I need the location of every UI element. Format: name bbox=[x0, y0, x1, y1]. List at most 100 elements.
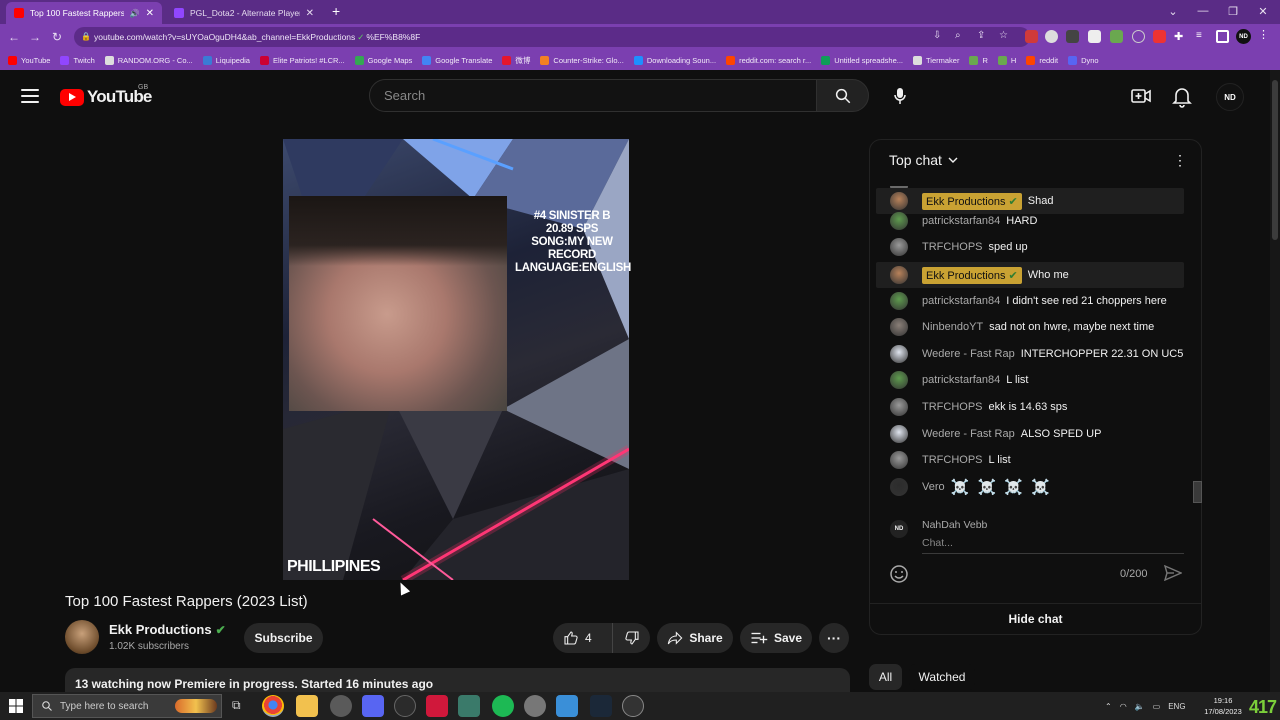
chat-author-name[interactable]: TRFCHOPS bbox=[922, 401, 983, 413]
chat-author-avatar[interactable] bbox=[890, 292, 908, 310]
extension-icon[interactable] bbox=[1153, 30, 1166, 43]
chat-message[interactable]: patrickstarfan84 HARD bbox=[876, 208, 1184, 234]
emoji-button[interactable] bbox=[889, 564, 909, 584]
chip-watched[interactable]: Watched bbox=[909, 664, 975, 690]
bookmark-item[interactable]: Google Maps bbox=[354, 55, 412, 65]
bookmark-item[interactable]: Dyno bbox=[1068, 55, 1099, 65]
browser-menu-icon[interactable]: ⋮ bbox=[1258, 28, 1269, 41]
bookmark-item[interactable]: Untitled spreadshe... bbox=[821, 55, 903, 65]
zoom-icon[interactable]: ⌕ bbox=[955, 30, 968, 43]
share-button[interactable]: Share bbox=[657, 623, 733, 653]
volume-icon[interactable]: 🔈 bbox=[1135, 702, 1145, 711]
discord-taskbar-icon[interactable] bbox=[362, 695, 384, 717]
page-scrollbar-thumb[interactable] bbox=[1272, 80, 1278, 240]
chat-author-name[interactable]: NinbendoYT bbox=[922, 321, 983, 333]
search-input[interactable]: Search bbox=[369, 79, 817, 112]
chat-author-avatar[interactable] bbox=[890, 318, 908, 336]
extensions-puzzle-icon[interactable]: ✚ bbox=[1174, 30, 1187, 43]
app-w-taskbar-icon[interactable] bbox=[394, 695, 416, 717]
chat-mode-selector[interactable]: Top chat bbox=[889, 152, 958, 168]
channel-name-row[interactable]: Ekk Productions ✔ bbox=[109, 622, 226, 637]
address-bar[interactable]: 🔒 youtube.com/watch?v=sUYOaOguDH4&ab_cha… bbox=[74, 27, 1030, 47]
app-taskbar-icon[interactable] bbox=[556, 695, 578, 717]
app-taskbar-icon[interactable] bbox=[330, 695, 352, 717]
extension-icon[interactable] bbox=[1066, 30, 1079, 43]
forward-icon[interactable]: → bbox=[25, 24, 45, 50]
page-scrollbar[interactable] bbox=[1270, 70, 1280, 692]
create-button[interactable] bbox=[1129, 84, 1153, 108]
bookmark-item[interactable]: H bbox=[997, 55, 1016, 65]
chat-author-avatar[interactable] bbox=[890, 478, 908, 496]
new-tab-icon[interactable]: + bbox=[332, 3, 340, 19]
chat-author-name[interactable]: Ekk Productions ✔ bbox=[922, 266, 1022, 284]
bookmark-item[interactable]: Downloading Soun... bbox=[633, 55, 716, 65]
extension-w-icon[interactable] bbox=[1088, 30, 1101, 43]
bookmark-item[interactable]: Counter-Strike: Glo... bbox=[540, 55, 624, 65]
subscribe-button[interactable]: Subscribe bbox=[244, 623, 323, 653]
chat-author-name[interactable]: patrickstarfan84 bbox=[922, 295, 1000, 307]
channel-name[interactable]: Ekk Productions bbox=[109, 622, 212, 637]
chat-author-name[interactable]: Wedere - Fast Rap bbox=[922, 428, 1015, 440]
chat-message[interactable]: Ekk Productions ✔ Who me bbox=[876, 262, 1184, 288]
chrome-taskbar-icon[interactable] bbox=[262, 695, 284, 717]
minimize-icon[interactable]: — bbox=[1188, 0, 1218, 22]
chat-author-name[interactable]: Vero bbox=[922, 481, 945, 493]
taskbar-search-input[interactable]: Type here to search bbox=[32, 694, 222, 718]
steam-taskbar-icon[interactable] bbox=[590, 695, 612, 717]
account-avatar[interactable]: ND bbox=[1216, 83, 1244, 111]
close-window-icon[interactable]: ✕ bbox=[1248, 0, 1278, 22]
reading-list-icon[interactable]: ≡ bbox=[1196, 30, 1209, 43]
chat-author-name[interactable]: patrickstarfan84 bbox=[922, 374, 1000, 386]
chat-author-name[interactable]: TRFCHOPS bbox=[922, 454, 983, 466]
tab-pgl-dota2[interactable]: PGL_Dota2 - Alternate Player for... ✕ bbox=[166, 2, 322, 24]
chat-message[interactable]: Vero ☠️ ☠️ ☠️ ☠️ bbox=[876, 474, 1184, 500]
bookmark-item[interactable]: RANDOM.ORG - Co... bbox=[104, 55, 193, 65]
chat-author-avatar[interactable] bbox=[890, 345, 908, 363]
extension-abp-icon[interactable] bbox=[1025, 30, 1038, 43]
bookmark-item[interactable]: reddit.com: search r... bbox=[726, 55, 811, 65]
more-actions-button[interactable]: ··· bbox=[819, 623, 849, 653]
menu-icon[interactable] bbox=[20, 86, 40, 106]
chat-options-icon[interactable]: ⋮ bbox=[1173, 150, 1187, 170]
restore-icon[interactable]: ❐ bbox=[1218, 0, 1248, 22]
app-taskbar-icon[interactable] bbox=[426, 695, 448, 717]
search-button[interactable] bbox=[816, 79, 869, 112]
back-icon[interactable]: ← bbox=[4, 24, 24, 50]
taskbar-clock[interactable]: 19:16 17/08/2023 bbox=[1198, 695, 1248, 717]
extension-help-icon[interactable] bbox=[1132, 30, 1145, 43]
chat-input[interactable]: Chat... bbox=[922, 537, 1184, 554]
chat-message[interactable]: Wedere - Fast Rap INTERCHOPPER 22.31 ON U… bbox=[876, 341, 1184, 367]
battery-icon[interactable]: ▭ bbox=[1153, 702, 1161, 711]
extension-icon[interactable] bbox=[1045, 30, 1058, 43]
task-view-icon[interactable]: ⧉ bbox=[232, 698, 241, 713]
tab-close-icon[interactable]: ✕ bbox=[306, 8, 314, 19]
app-taskbar-icon[interactable] bbox=[524, 695, 546, 717]
chat-message[interactable]: NinbendoYT sad not on hwre, maybe next ti… bbox=[876, 314, 1184, 340]
chat-message[interactable]: TRFCHOPS ekk is 14.63 sps bbox=[876, 394, 1184, 420]
bookmark-item[interactable]: Tiermaker bbox=[913, 55, 959, 65]
dislike-button[interactable] bbox=[613, 623, 650, 653]
voice-search-button[interactable] bbox=[883, 79, 916, 112]
bookmark-item[interactable]: Google Translate bbox=[422, 55, 492, 65]
send-button[interactable] bbox=[1163, 564, 1184, 583]
hide-chat-button[interactable]: Hide chat bbox=[869, 603, 1202, 633]
like-button[interactable]: 4 bbox=[553, 623, 613, 653]
bookmark-item[interactable]: Elite Patriots! #LCR... bbox=[259, 55, 345, 65]
app-taskbar-icon[interactable] bbox=[622, 695, 644, 717]
chat-scrollbar-thumb[interactable] bbox=[1193, 481, 1202, 503]
speaker-icon[interactable]: 🔊 bbox=[130, 9, 140, 18]
chat-message[interactable]: TRFCHOPS sped up bbox=[876, 234, 1184, 260]
bookmark-item[interactable]: 微博 bbox=[502, 55, 530, 66]
chat-author-name[interactable]: Wedere - Fast Rap bbox=[922, 348, 1015, 360]
chat-author-avatar[interactable] bbox=[890, 425, 908, 443]
chat-author-avatar[interactable] bbox=[890, 398, 908, 416]
tab-close-icon[interactable]: ✕ bbox=[146, 8, 154, 19]
chat-message[interactable]: patrickstarfan84 I didn't see red 21 chop… bbox=[876, 288, 1184, 314]
bookmark-item[interactable]: Twitch bbox=[60, 55, 95, 65]
tray-overflow-icon[interactable]: ⌃ bbox=[1105, 702, 1112, 711]
tab-search-icon[interactable]: ⌄ bbox=[1158, 0, 1188, 22]
chat-message[interactable]: patrickstarfan84 L list bbox=[876, 367, 1184, 393]
bookmark-item[interactable]: YouTube bbox=[8, 55, 50, 65]
chat-author-avatar[interactable] bbox=[890, 371, 908, 389]
chat-author-name[interactable]: patrickstarfan84 bbox=[922, 215, 1000, 227]
